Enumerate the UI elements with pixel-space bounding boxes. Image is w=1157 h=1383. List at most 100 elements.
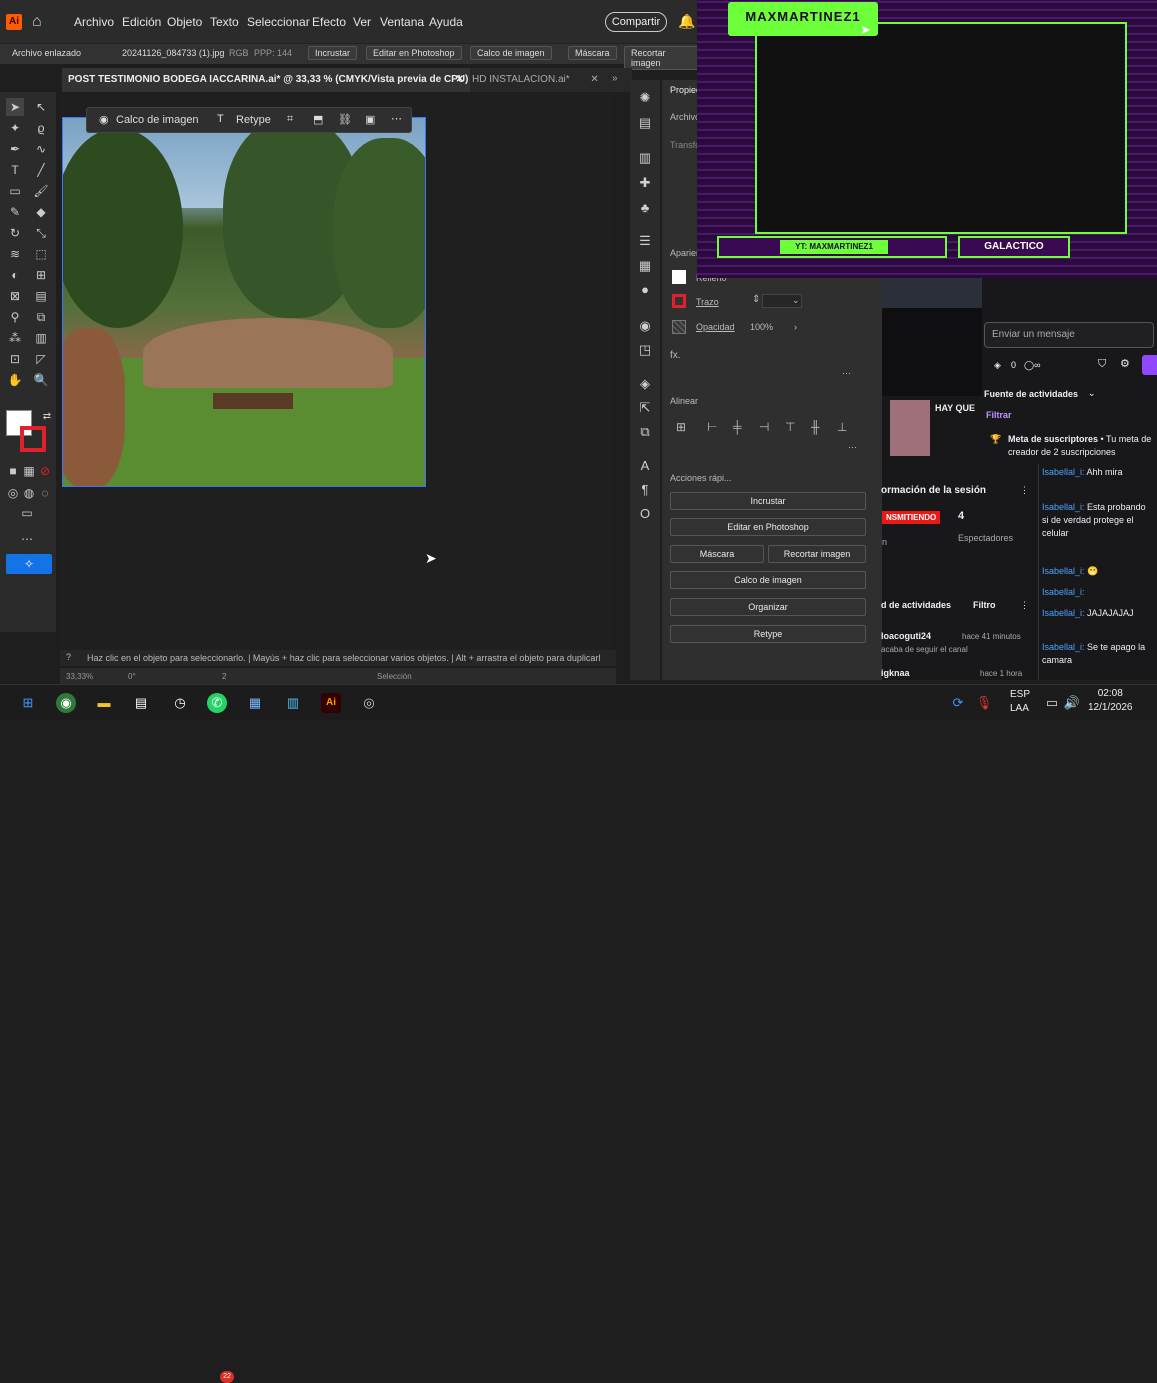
- bell-icon[interactable]: 🔔: [678, 13, 695, 30]
- chat-username[interactable]: Isabellal_i:: [1042, 467, 1085, 477]
- slice-tool-icon[interactable]: ◸: [32, 350, 50, 368]
- menu-ventana[interactable]: Ventana: [380, 15, 424, 29]
- none-mode-icon[interactable]: ⊘: [36, 462, 54, 480]
- artboard-tool-icon[interactable]: ⊡: [6, 350, 24, 368]
- align-bottom-icon[interactable]: ⊥: [837, 420, 847, 434]
- align-left-icon[interactable]: ⊢: [707, 420, 717, 434]
- channel-points-icon[interactable]: ◈: [994, 359, 1001, 372]
- align-hcenter-icon[interactable]: ╪: [733, 420, 742, 434]
- clock-app-icon[interactable]: ◷: [170, 693, 190, 713]
- activity-filter-button[interactable]: Filtro: [973, 599, 996, 612]
- lasso-tool-icon[interactable]: ϱ: [32, 119, 50, 137]
- illustrator-taskbar-icon[interactable]: Ai: [321, 693, 341, 713]
- properties-panel-icon[interactable]: ▤: [637, 115, 653, 131]
- type-tool-icon[interactable]: T: [6, 161, 24, 179]
- stepper-icon[interactable]: ⇕: [752, 294, 760, 305]
- tab-post-testimonio[interactable]: POST TESTIMONIO BODEGA IACCARINA.ai* @ 3…: [62, 68, 470, 92]
- shaper-tool-icon[interactable]: ✎: [6, 203, 24, 221]
- edit-photoshop-button[interactable]: Editar en Photoshop: [366, 46, 462, 60]
- trace-quick-button[interactable]: Calco de imagen: [670, 571, 866, 589]
- align-vcenter-icon[interactable]: ╫: [811, 420, 820, 434]
- pen-tool-icon[interactable]: ✒: [6, 140, 24, 158]
- opacity-value[interactable]: 100%: [750, 322, 773, 332]
- rectangle-tool-icon[interactable]: ▭: [6, 182, 24, 200]
- trace-icon[interactable]: ◉: [99, 113, 109, 126]
- line-tool-icon[interactable]: ╱: [32, 161, 50, 179]
- swap-colors-icon[interactable]: ⇄: [38, 408, 56, 426]
- embed-button[interactable]: Incrustar: [308, 46, 358, 60]
- align-right-icon[interactable]: ⊣: [759, 420, 769, 434]
- shape-builder-tool-icon[interactable]: ◐: [6, 266, 24, 284]
- notes-icon[interactable]: ▥: [283, 693, 303, 713]
- microphone-icon[interactable]: 🎙: [974, 693, 994, 713]
- chat-send-button[interactable]: [1142, 355, 1157, 375]
- swatches-panel-icon[interactable]: ▦: [637, 258, 653, 274]
- menu-edicion[interactable]: Edición: [122, 15, 161, 29]
- shield-icon[interactable]: ⛉: [1098, 358, 1106, 371]
- menu-seleccionar[interactable]: Seleccionar: [247, 15, 310, 29]
- menu-archivo[interactable]: Archivo: [74, 15, 114, 29]
- edit-toolbar-icon[interactable]: ⋯: [18, 530, 36, 548]
- chrome-icon[interactable]: ◉: [56, 693, 76, 713]
- stroke-swatch[interactable]: [20, 426, 46, 452]
- volume-icon[interactable]: 🔊: [1062, 693, 1082, 713]
- chat-username[interactable]: Isabellal_i:: [1042, 608, 1085, 618]
- more-options-icon[interactable]: ⋯: [391, 112, 402, 125]
- gear-icon[interactable]: ⚙: [1120, 358, 1130, 371]
- warp-tool-icon[interactable]: ≋: [6, 245, 24, 263]
- fill-color-swatch[interactable]: [672, 270, 686, 284]
- paragraph-panel-icon[interactable]: ¶: [637, 482, 653, 498]
- tabs-overflow-icon[interactable]: »: [612, 73, 618, 84]
- chat-message-input[interactable]: Enviar un mensaje: [984, 322, 1154, 348]
- opacity-label[interactable]: Opacidad: [696, 322, 735, 332]
- mesh-tool-icon[interactable]: ⊠: [6, 287, 24, 305]
- calculator-icon[interactable]: ▦: [245, 693, 265, 713]
- rotation-angle[interactable]: 0°: [128, 672, 136, 681]
- more-vert-icon[interactable]: ⋮: [1020, 484, 1029, 497]
- chat-username[interactable]: Isabellal_i:: [1042, 566, 1085, 576]
- link-icon[interactable]: ⛓: [338, 113, 352, 126]
- more-vert-icon[interactable]: ⋮: [1020, 599, 1029, 612]
- home-icon[interactable]: ⌂: [32, 13, 42, 31]
- direct-selection-tool-icon[interactable]: ↖: [32, 98, 50, 116]
- mask-quick-button[interactable]: Máscara: [670, 545, 764, 563]
- layers-panel-icon[interactable]: ◈: [637, 376, 653, 392]
- symbols-panel-icon[interactable]: ♣: [637, 200, 653, 216]
- libraries-panel-icon[interactable]: ▥: [637, 150, 653, 166]
- event-user[interactable]: igknaa: [881, 667, 910, 680]
- chat-username[interactable]: Isabellal_i:: [1042, 587, 1085, 597]
- retype-context-button[interactable]: Retype: [236, 114, 271, 126]
- sync-icon[interactable]: ⟳: [948, 693, 968, 713]
- fx-button[interactable]: fx.: [670, 350, 681, 361]
- appearance-panel-icon[interactable]: ◉: [637, 318, 653, 334]
- draw-inside-icon[interactable]: ◌: [36, 484, 54, 502]
- gradient-tool-icon[interactable]: ▤: [32, 287, 50, 305]
- retype-icon[interactable]: T: [217, 113, 224, 125]
- eraser-tool-icon[interactable]: ◆: [32, 203, 50, 221]
- placed-image[interactable]: [62, 117, 426, 487]
- export-panel-icon[interactable]: ⇱: [637, 400, 653, 416]
- close-icon[interactable]: ✕: [456, 68, 464, 92]
- paintbrush-tool-icon[interactable]: 🖌: [32, 182, 50, 200]
- language-indicator[interactable]: ESP LAA: [1010, 688, 1030, 716]
- align-top-icon[interactable]: ⊤: [785, 420, 795, 434]
- obs-icon[interactable]: ◎: [359, 693, 379, 713]
- free-transform-tool-icon[interactable]: ⬚: [32, 245, 50, 263]
- menu-efecto[interactable]: Efecto: [312, 15, 346, 29]
- color-panel-icon[interactable]: ●: [637, 282, 653, 298]
- whatsapp-icon[interactable]: ✆: [207, 693, 227, 713]
- chevron-down-icon[interactable]: ⌄: [1088, 387, 1096, 400]
- menu-ver[interactable]: Ver: [353, 15, 371, 29]
- generative-panel-icon[interactable]: ✺: [637, 90, 653, 106]
- chevron-down-icon[interactable]: ⌄: [792, 295, 800, 306]
- selection-tool-icon[interactable]: ➤: [6, 98, 24, 116]
- stroke-color-swatch[interactable]: [672, 294, 686, 308]
- character-panel-icon[interactable]: A: [637, 458, 653, 474]
- crop-image-button[interactable]: Recortar imagen: [624, 46, 700, 70]
- crop-quick-button[interactable]: Recortar imagen: [768, 545, 866, 563]
- embed-quick-button[interactable]: Incrustar: [670, 492, 866, 510]
- event-user[interactable]: loacoguti24: [881, 630, 931, 643]
- mask-button[interactable]: Máscara: [568, 46, 617, 60]
- edit-photoshop-quick-button[interactable]: Editar en Photoshop: [670, 518, 866, 536]
- scale-tool-icon[interactable]: ⤡: [32, 224, 50, 242]
